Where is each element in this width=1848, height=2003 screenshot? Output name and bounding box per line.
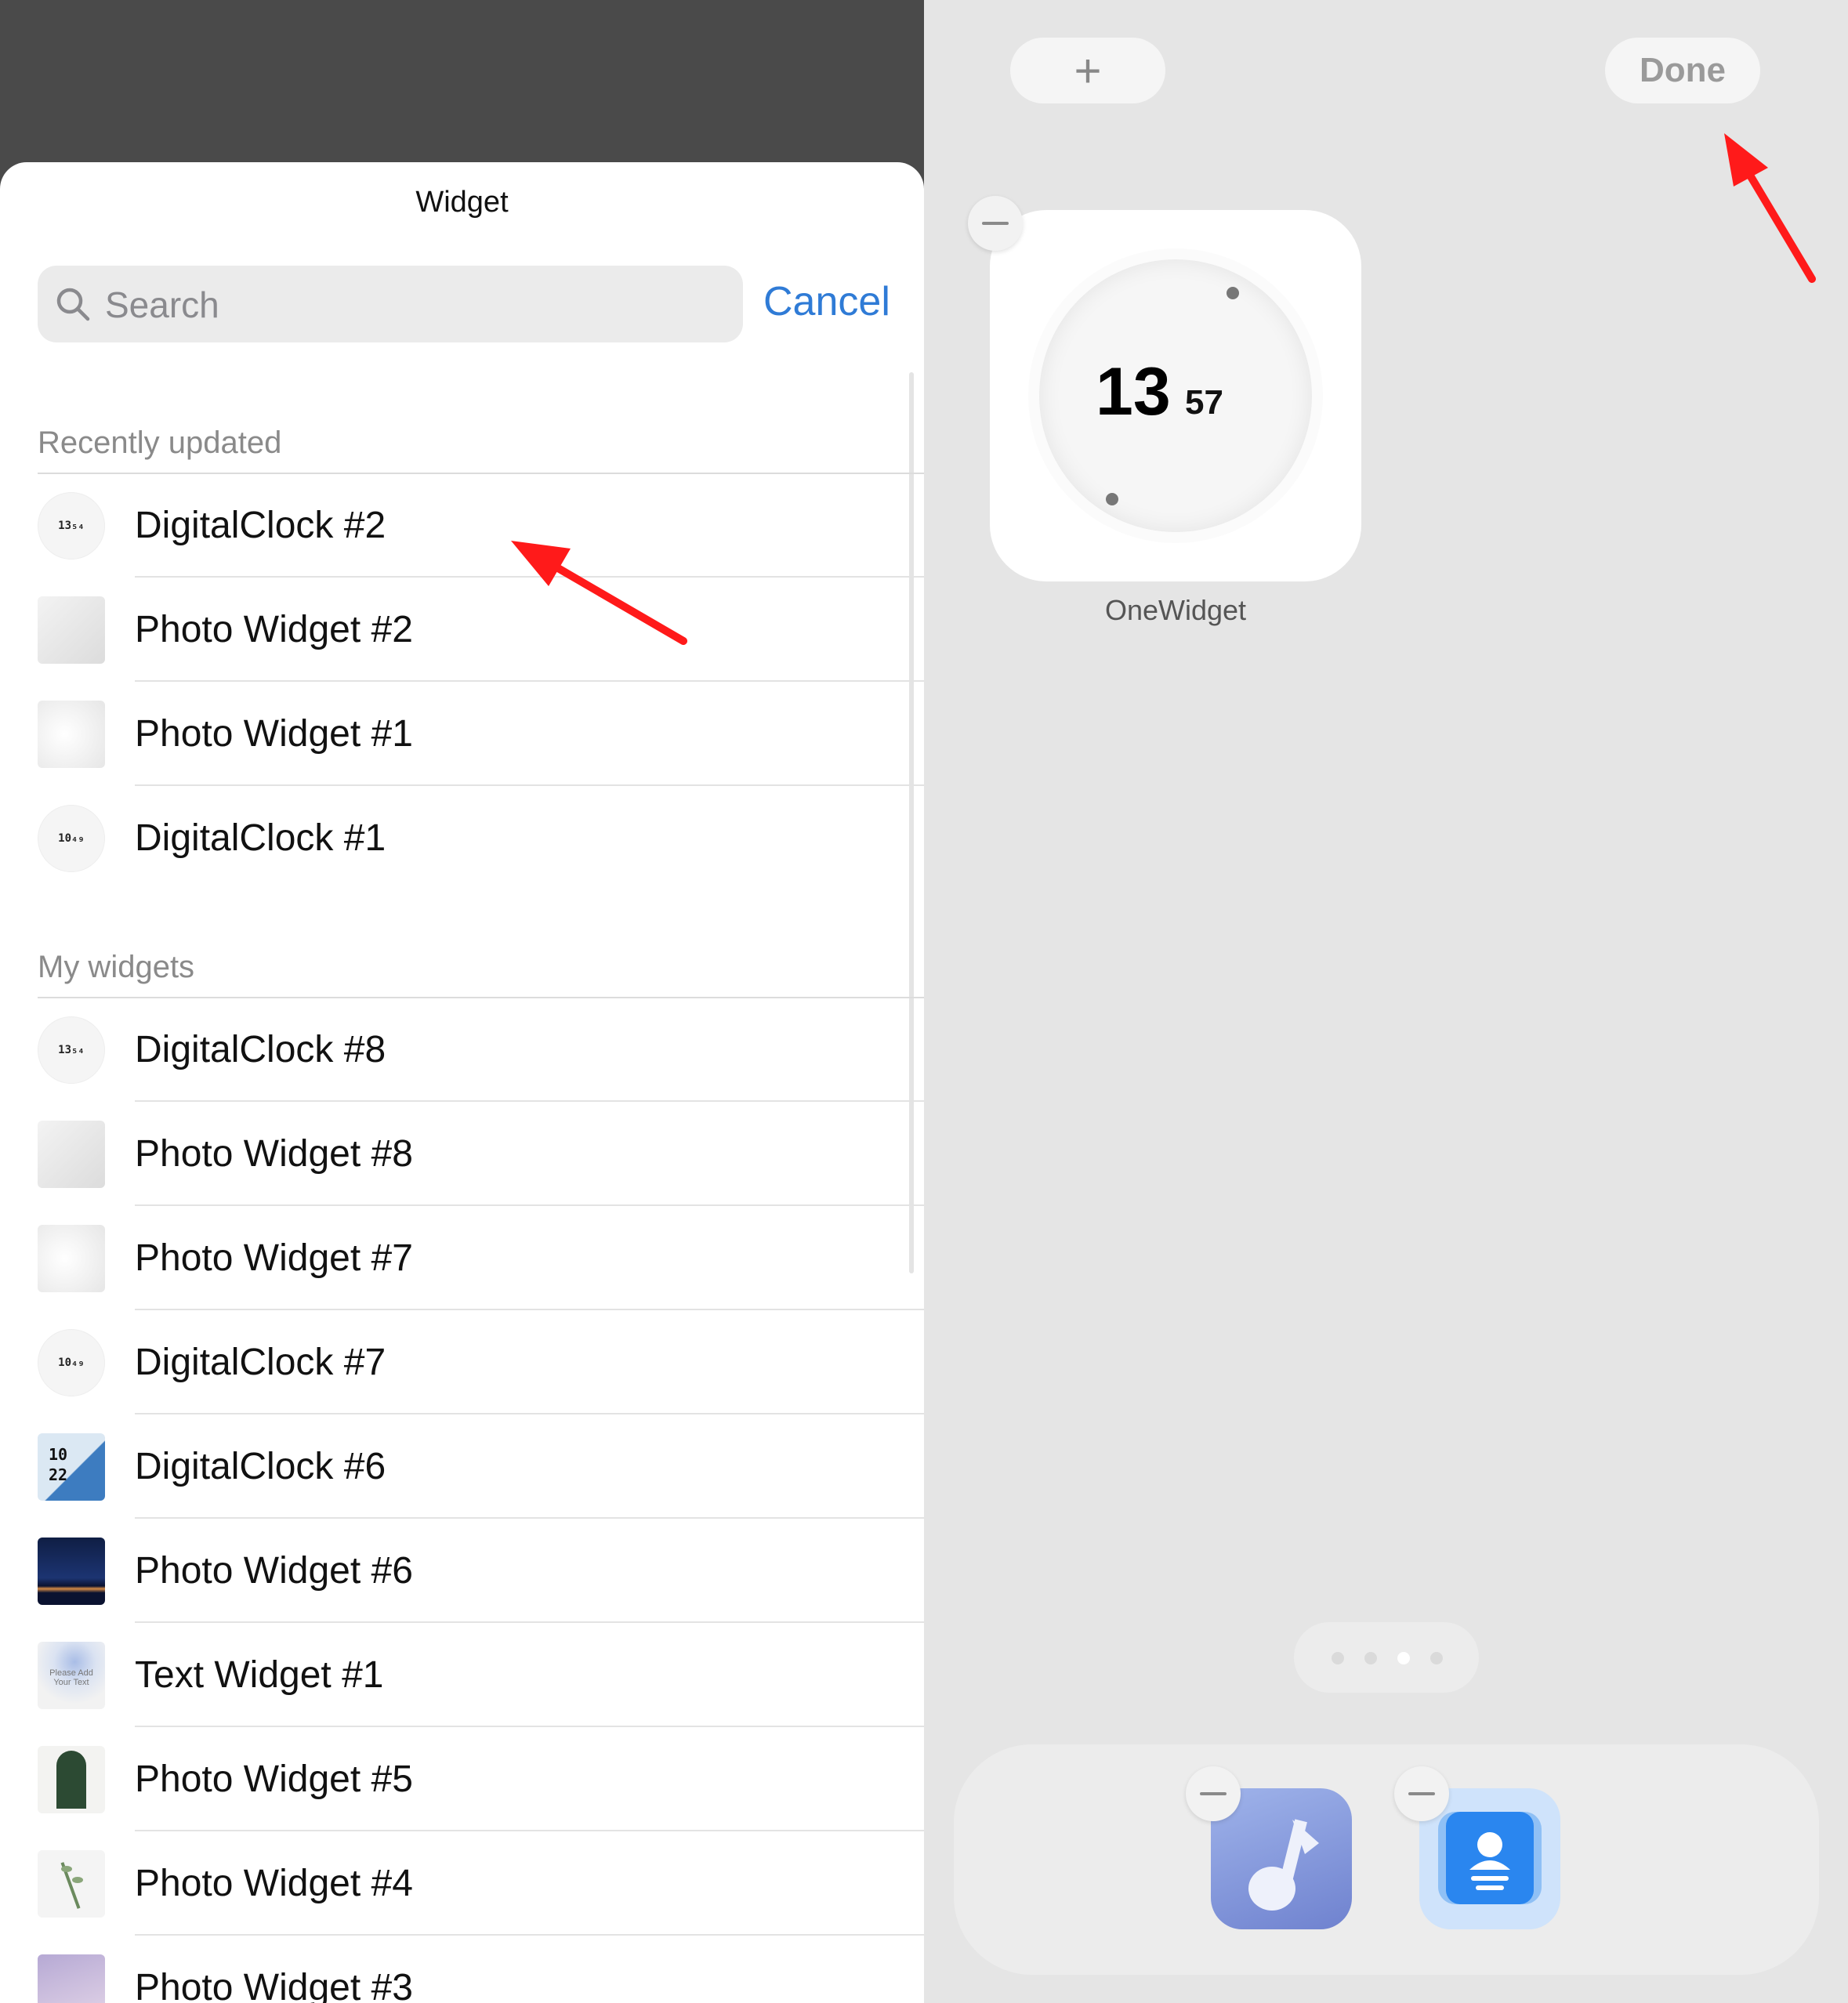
widget-row[interactable]: Photo Widget #3 [0, 1936, 924, 2003]
home-screen-edit-mode: + Done 13 57 OneWidget [924, 0, 1848, 2003]
clock-hour: 13 [1096, 354, 1171, 429]
page-dot [1332, 1652, 1344, 1664]
widget-row[interactable]: 13₅₄ DigitalClock #2 [0, 473, 924, 578]
widget-row[interactable]: Photo Widget #5 [0, 1727, 924, 1831]
page-dot [1430, 1652, 1443, 1664]
widget-row-label: DigitalClock #2 [135, 505, 386, 546]
cancel-button[interactable]: Cancel [763, 278, 890, 325]
widget-row[interactable]: Please Add Your Text Text Widget #1 [0, 1623, 924, 1727]
widget-row-label: DigitalClock #7 [135, 1342, 386, 1383]
clock-face: 13 57 [1039, 259, 1312, 532]
sheet-title: Widget [415, 186, 509, 219]
photo-thumbnail [38, 1225, 105, 1292]
remove-app-button[interactable] [1186, 1766, 1241, 1821]
widget-row[interactable]: Photo Widget #1 [0, 682, 924, 786]
page-indicator[interactable] [1294, 1622, 1479, 1693]
text-thumbnail: Please Add Your Text [38, 1642, 105, 1709]
page-dot-active [1397, 1652, 1410, 1664]
clock-minute: 57 [1185, 383, 1223, 422]
widget-row-label: Photo Widget #8 [135, 1133, 413, 1175]
widget-row-label: Photo Widget #2 [135, 609, 413, 650]
photo-thumbnail [38, 1121, 105, 1188]
dock [954, 1744, 1819, 1975]
photo-thumbnail [38, 701, 105, 768]
section-header-recent: Recently updated [38, 426, 282, 460]
remove-widget-button[interactable] [968, 196, 1023, 251]
onewidget-clock-widget[interactable]: 13 57 [990, 210, 1361, 581]
widget-row[interactable]: 10 22 DigitalClock #6 [0, 1414, 924, 1519]
done-button[interactable]: Done [1605, 38, 1760, 103]
photo-thumbnail [38, 1538, 105, 1605]
widget-row[interactable]: Photo Widget #8 [0, 1102, 924, 1206]
remove-app-button[interactable] [1394, 1766, 1449, 1821]
widget-row[interactable]: 13₅₄ DigitalClock #8 [0, 998, 924, 1102]
clock-dot [1106, 493, 1118, 505]
clock-thumbnail: 13₅₄ [38, 1016, 105, 1084]
clock-thumbnail: 10₄₉ [38, 1329, 105, 1396]
widget-row-label: Text Widget #1 [135, 1654, 384, 1696]
widget-row-label: Photo Widget #3 [135, 1967, 413, 2003]
widget-row[interactable]: Photo Widget #7 [0, 1206, 924, 1310]
photo-thumbnail [38, 1850, 105, 1918]
clock-thumbnail: 13₅₄ [38, 492, 105, 560]
search-icon [56, 288, 90, 321]
widget-row[interactable]: Photo Widget #2 [0, 578, 924, 682]
clock-thumbnail: 10 22 [38, 1433, 105, 1501]
clock-thumbnail: 10₄₉ [38, 805, 105, 872]
widget-row[interactable]: Photo Widget #6 [0, 1519, 924, 1623]
photo-thumbnail [38, 1746, 105, 1813]
dimmed-overlay: Widget Cancel Recently updated 13₅₄ Digi… [0, 0, 924, 2003]
widget-row-label: Photo Widget #6 [135, 1550, 413, 1592]
widget-row-label: Photo Widget #1 [135, 713, 413, 755]
widget-row[interactable]: Photo Widget #4 [0, 1831, 924, 1936]
widget-row-label: Photo Widget #4 [135, 1863, 413, 1904]
widget-name-label: OneWidget [1104, 594, 1247, 626]
widget-row-label: DigitalClock #1 [135, 817, 386, 859]
widget-row[interactable]: 10₄₉ DigitalClock #1 [0, 786, 924, 890]
widget-row-label: DigitalClock #6 [135, 1446, 386, 1487]
photo-thumbnail [38, 1954, 105, 2003]
add-widget-button[interactable]: + [1010, 38, 1165, 103]
page-dot [1364, 1652, 1377, 1664]
widget-row-label: Photo Widget #7 [135, 1237, 413, 1279]
search-bar[interactable] [38, 266, 743, 344]
search-input[interactable] [103, 266, 718, 344]
section-header-my-widgets: My widgets [38, 950, 195, 984]
widget-row-label: Photo Widget #5 [135, 1759, 413, 1800]
widget-picker-sheet: Widget Cancel Recently updated 13₅₄ Digi… [0, 162, 924, 2003]
widget-row-label: DigitalClock #8 [135, 1029, 386, 1070]
clock-dot [1227, 287, 1239, 299]
widget-row[interactable]: 10₄₉ DigitalClock #7 [0, 1310, 924, 1414]
photo-thumbnail [38, 596, 105, 664]
